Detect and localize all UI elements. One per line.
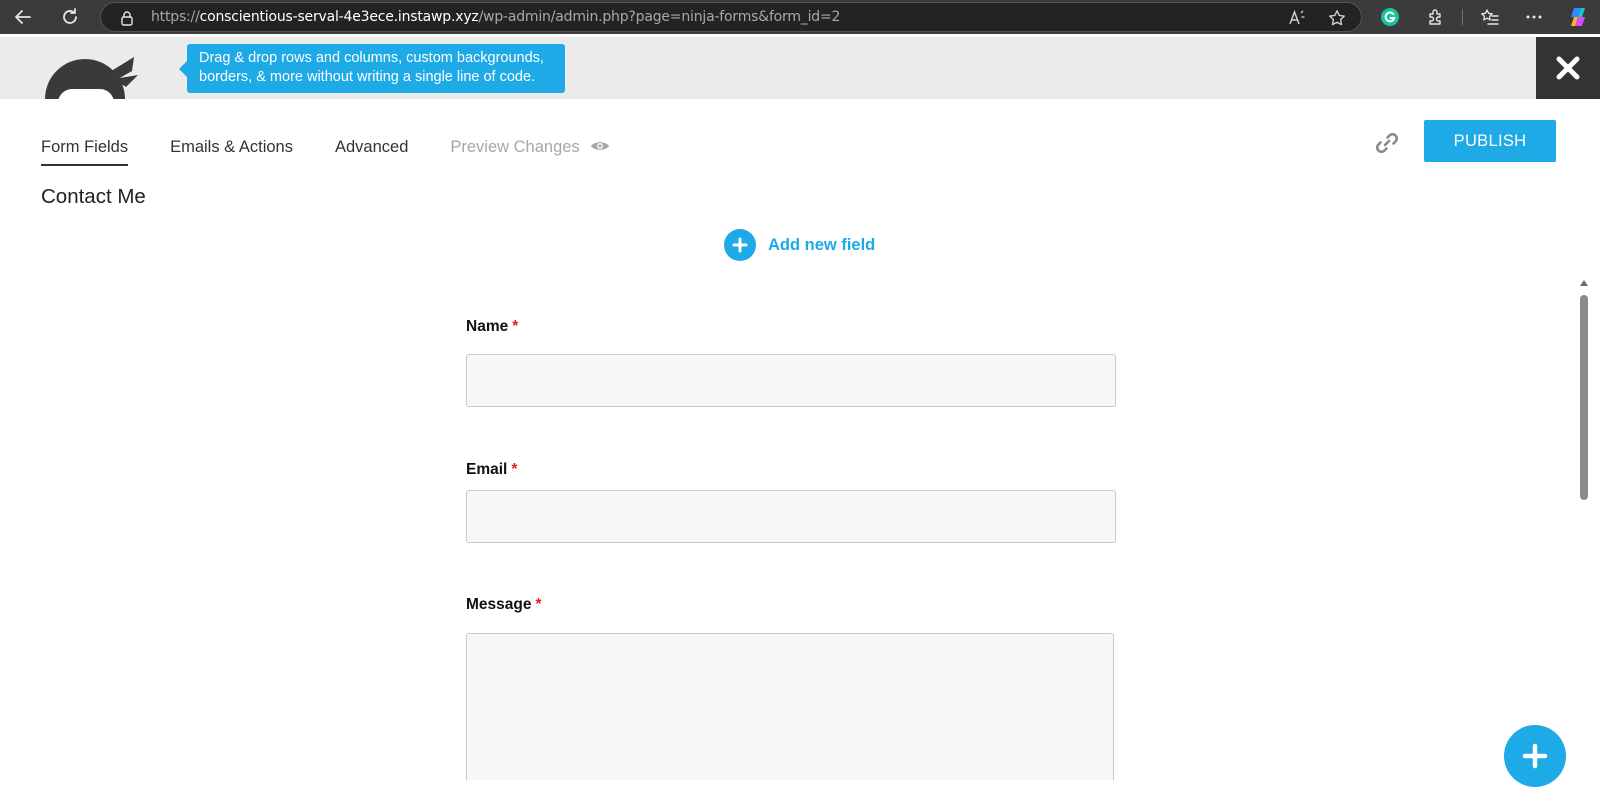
required-marker: * <box>511 461 518 478</box>
reload-button[interactable] <box>57 4 83 30</box>
name-field-label: Name * <box>466 318 518 336</box>
name-label-text: Name <box>466 318 509 335</box>
plus-icon <box>1522 743 1548 769</box>
triangle-up-icon <box>1580 280 1588 286</box>
url-text[interactable]: https://conscientious-serval-4e3ece.inst… <box>151 9 840 25</box>
email-input[interactable] <box>466 490 1116 543</box>
plus-circle-icon <box>724 229 756 261</box>
add-new-field-label: Add new field <box>768 235 876 254</box>
required-marker: * <box>535 596 542 613</box>
browser-toolbar: https://conscientious-serval-4e3ece.inst… <box>0 0 1600 34</box>
promo-tooltip-line2: borders, & more without writing a single… <box>199 69 536 85</box>
eye-icon <box>590 142 609 150</box>
address-bar[interactable]: https://conscientious-serval-4e3ece.inst… <box>100 2 1362 32</box>
name-input[interactable] <box>466 354 1116 407</box>
tab-emails-actions[interactable]: Emails & Actions <box>170 136 293 166</box>
link-icon <box>1375 132 1399 154</box>
promo-banner: Drag & drop rows and columns, custom bac… <box>0 37 1536 99</box>
copilot-icon[interactable] <box>1566 5 1590 29</box>
extensions-icon[interactable] <box>1424 5 1448 29</box>
message-field-label: Message * <box>466 596 542 614</box>
message-label-text: Message <box>466 596 532 613</box>
required-marker: * <box>512 318 519 335</box>
lock-icon[interactable] <box>119 10 135 26</box>
promo-tooltip-line1: Drag & drop rows and columns, custom bac… <box>199 50 544 66</box>
form-title: Contact Me <box>41 185 146 208</box>
grammarly-icon[interactable] <box>1378 5 1402 29</box>
scroll-up-button[interactable] <box>1578 278 1590 288</box>
promo-tooltip: Drag & drop rows and columns, custom bac… <box>179 44 565 93</box>
favorites-list-icon[interactable] <box>1478 5 1502 29</box>
url-host: conscientious-serval-4e3ece.instawp.xyz <box>199 9 479 25</box>
builder-tabs: Form Fields Emails & Actions Advanced Pr… <box>41 136 652 166</box>
tab-advanced[interactable]: Advanced <box>335 136 408 166</box>
url-prefix: https:// <box>151 9 200 25</box>
toolbar-separator <box>1462 9 1463 25</box>
more-options-icon[interactable] <box>1522 5 1546 29</box>
url-path: /wp-admin/admin.php?page=ninja-forms&for… <box>478 9 841 25</box>
favorite-star-icon[interactable] <box>1327 8 1347 28</box>
tab-form-fields[interactable]: Form Fields <box>41 136 129 166</box>
message-textarea[interactable] <box>466 633 1114 780</box>
publish-button[interactable]: PUBLISH <box>1424 120 1556 162</box>
email-field-label: Email * <box>466 461 517 479</box>
back-arrow-icon <box>15 10 31 24</box>
reload-icon <box>63 8 77 24</box>
floating-add-button[interactable] <box>1504 725 1566 787</box>
tab-preview-changes-label: Preview Changes <box>450 138 580 156</box>
read-aloud-icon[interactable] <box>1287 8 1307 28</box>
add-new-field-button[interactable]: Add new field <box>724 229 875 261</box>
email-label-text: Email <box>466 461 508 478</box>
scrollbar-thumb[interactable] <box>1580 295 1588 500</box>
copy-link-button[interactable] <box>1372 128 1402 158</box>
close-builder-button[interactable] <box>1536 37 1600 99</box>
close-icon <box>1556 56 1580 80</box>
ninja-mascot-icon <box>45 57 138 99</box>
tab-preview-changes[interactable]: Preview Changes <box>450 136 609 166</box>
back-button[interactable] <box>10 4 36 30</box>
